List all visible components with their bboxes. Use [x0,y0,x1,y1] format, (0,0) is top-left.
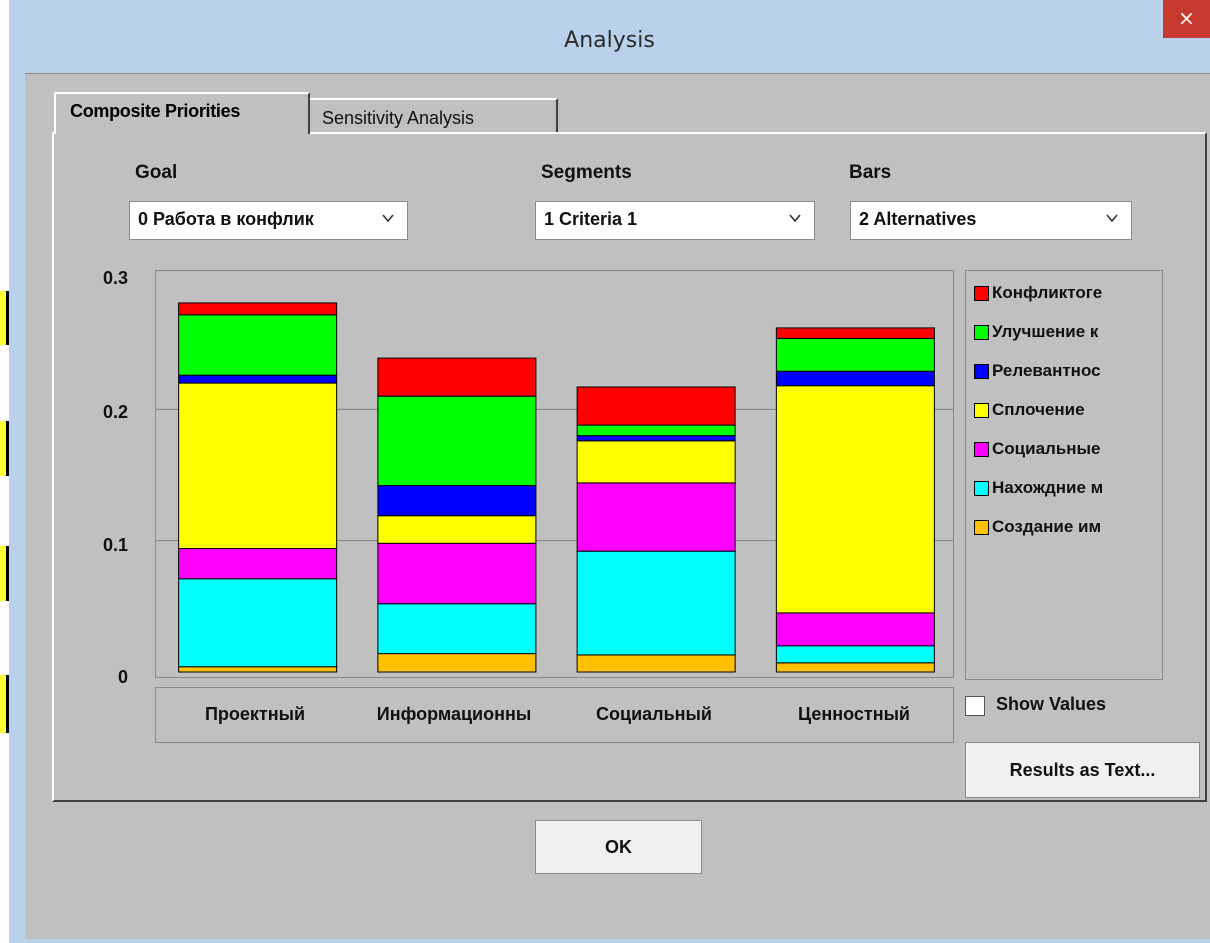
legend-label: Конфликтоге [992,283,1103,302]
chevron-down-icon [382,214,394,223]
tab-sensitivity-analysis[interactable]: Sensitivity Analysis [310,98,558,134]
legend-swatch [974,481,989,496]
legend-label: Социальные [992,439,1101,458]
bars-label: Bars [849,162,892,183]
bar-segment [377,603,537,655]
tab-composite-priorities[interactable]: Composite Priorities [54,92,310,134]
window-title: Analysis [564,28,655,53]
background-marker [0,546,9,601]
goal-select-value: 0 Работа в конфлик [138,209,314,229]
bar-segment [775,327,935,339]
legend-swatch [974,364,989,379]
bar-segment [178,314,338,376]
bar-segment [178,374,338,384]
legend-label: Нахождние м [992,478,1104,497]
bar-segment [377,485,537,517]
bar-segment [377,515,537,544]
chevron-down-icon [789,214,801,223]
bar-segment [377,395,537,487]
x-category-label: Проектный [204,704,306,724]
bar-segment [576,440,736,484]
bar-segment [775,337,935,372]
bars-select-value: 2 Alternatives [859,209,977,229]
x-category-label: Социальный [596,704,712,724]
segments-select-value: 1 Criteria 1 [544,209,638,229]
x-category-label: Ценностный [797,704,911,724]
x-category-label: Информационны [376,704,532,724]
dialog-client-area: Composite Priorities Sensitivity Analysi… [25,73,1210,939]
ok-button[interactable]: OK [535,820,702,874]
legend-label: Создание им [992,517,1102,536]
y-tick-label: 0 [117,667,128,687]
legend-swatch [974,403,989,418]
legend-label: Релевантнос [992,361,1101,380]
category-axis: Проектный Информационны Социальный Ценно… [155,687,954,743]
bar-segment [576,435,736,442]
legend-swatch [974,325,989,340]
background-marker [0,421,9,476]
bar-segment [377,357,537,397]
bar-segment [178,666,338,673]
bar-segment [377,542,537,605]
bar-segment [775,645,935,664]
y-tick-label: 0.1 [102,535,128,555]
legend-label: Сплочение [992,400,1085,419]
bar-segment [775,370,935,387]
bar-segment [178,302,338,316]
chevron-down-icon [1106,214,1118,223]
plot-area [155,270,954,678]
bar-segment [775,385,935,614]
bar-segment [576,424,736,437]
show-values-checkbox-box[interactable] [965,696,985,716]
legend-label: Улучшение к [992,322,1099,341]
composite-priorities-panel: Goal Segments Bars 0 Работа в конфлик 1 … [52,132,1207,802]
stacked-bar-chart [156,302,953,673]
bar-segment [178,548,338,580]
segments-select[interactable]: 1 Criteria 1 [535,201,815,240]
segments-label: Segments [541,162,632,183]
bar-segment [775,612,935,647]
bar-segment [377,653,537,673]
goal-label: Goal [135,162,178,183]
bar-segment [576,654,736,673]
show-values-label: Show Values [996,694,1107,714]
legend-swatch [974,286,989,301]
background-window-edge [0,0,9,943]
background-marker [0,675,9,733]
chart-legend: Конфликтоге Улучшение к Релевантнос Спло… [965,270,1163,680]
legend-swatch [974,520,989,535]
close-button[interactable]: × [1163,0,1210,38]
close-icon: × [1178,6,1195,30]
bars-select[interactable]: 2 Alternatives [850,201,1132,240]
bar-segment [178,382,338,550]
bar-segment [775,662,935,673]
bar-segment [576,482,736,552]
results-as-text-button[interactable]: Results as Text... [965,742,1200,798]
background-marker [0,291,9,345]
bar-segment [576,386,736,426]
y-tick-label: 0.3 [102,268,128,288]
legend-swatch [974,442,989,457]
analysis-dialog: Analysis × Composite Priorities Sensitiv… [9,0,1210,943]
bar-segment [576,550,736,656]
bar-segment [178,578,338,668]
y-tick-label: 0.2 [102,402,128,422]
goal-select[interactable]: 0 Работа в конфлик [129,201,408,240]
